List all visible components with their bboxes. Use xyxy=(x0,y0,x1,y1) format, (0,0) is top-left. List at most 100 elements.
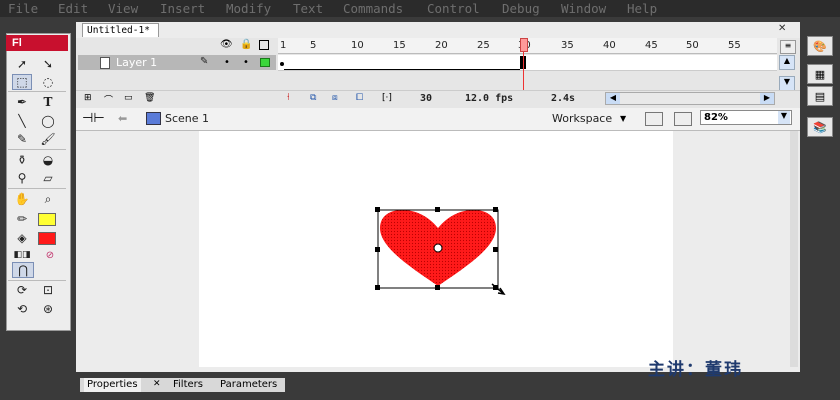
delete-layer-icon[interactable]: 🗑 xyxy=(144,93,155,103)
pencil-tool-icon[interactable]: ✎ xyxy=(12,131,32,147)
menu-help[interactable]: Help xyxy=(627,1,657,16)
workspace-menu[interactable]: Workspace xyxy=(552,112,612,125)
rotate-skew-icon[interactable]: ⟲ xyxy=(12,301,32,317)
paint-bucket-tool-icon[interactable]: ◒ xyxy=(38,152,58,168)
current-frame: 30 xyxy=(420,93,433,104)
stroke-color-icon[interactable]: ✏ xyxy=(12,211,32,227)
onion-skin-icon[interactable]: ⧉ xyxy=(310,93,316,103)
menu-edit[interactable]: Edit xyxy=(58,1,88,16)
scroll-down-icon[interactable]: ▼ xyxy=(779,76,795,91)
fill-color-icon[interactable]: ◈ xyxy=(12,230,32,246)
tab-filters[interactable]: Filters xyxy=(170,378,206,392)
hand-tool-icon[interactable]: ✋ xyxy=(12,191,32,207)
menu-view[interactable]: View xyxy=(108,1,138,16)
eyedropper-tool-icon[interactable]: ⚲ xyxy=(12,170,32,186)
frame-number: 15 xyxy=(393,40,406,51)
fill-color-swatch[interactable] xyxy=(38,232,56,245)
close-tab-icon[interactable]: ✕ xyxy=(153,379,161,389)
frame-number: 20 xyxy=(435,40,448,51)
scroll-up-icon[interactable]: ▲ xyxy=(779,55,795,70)
scroll-right-icon[interactable]: ▶ xyxy=(760,93,774,104)
frame-number: 55 xyxy=(728,40,741,51)
back-arrow-icon[interactable]: ⬅ xyxy=(118,112,127,125)
handle-bm xyxy=(435,285,440,290)
heart-shape[interactable] xyxy=(372,206,508,298)
handle-tr xyxy=(493,207,498,212)
menu-insert[interactable]: Insert xyxy=(160,1,205,16)
scene-name[interactable]: Scene 1 xyxy=(165,112,209,125)
layer-color-icon[interactable] xyxy=(260,58,270,67)
stroke-swatch-fill xyxy=(39,214,55,225)
scroll-left-icon[interactable]: ◀ xyxy=(606,93,620,104)
default-colors-icon[interactable]: ◧◨ xyxy=(12,247,32,263)
stroke-color-swatch[interactable] xyxy=(38,213,56,226)
smooth-icon[interactable]: ⊡ xyxy=(38,282,58,298)
playhead[interactable] xyxy=(520,38,528,52)
add-motion-guide-icon[interactable]: ⌒ xyxy=(104,93,113,106)
handle-bl xyxy=(375,285,380,290)
lasso-tool-icon[interactable]: ◌ xyxy=(38,74,58,90)
snap-to-objects-icon[interactable]: ⟳ xyxy=(12,282,32,298)
close-document-icon[interactable]: ✕ xyxy=(778,23,788,35)
menu-window[interactable]: Window xyxy=(561,1,606,16)
pencil-icon: ✎ xyxy=(200,56,209,67)
menu-control[interactable]: Control xyxy=(427,1,480,16)
document-tab-bar xyxy=(76,22,800,39)
timeline-menu-icon[interactable]: ≡ xyxy=(780,40,796,54)
frame-span-line xyxy=(284,69,520,70)
ink-bottle-tool-icon[interactable]: ⚱ xyxy=(12,152,32,168)
menu-text[interactable]: Text xyxy=(293,1,323,16)
keyframe-dot xyxy=(280,62,284,66)
object-drawing-icon[interactable]: ⋂ xyxy=(12,262,34,278)
layer-name[interactable]: Layer 1 xyxy=(116,56,157,69)
lock-icon[interactable]: 🔒 xyxy=(240,39,252,50)
horizontal-scrollbar[interactable] xyxy=(605,92,775,105)
menu-debug[interactable]: Debug xyxy=(502,1,540,16)
scene-icon xyxy=(146,112,161,125)
align-panel-icon[interactable]: ▤ xyxy=(807,86,833,106)
frame-number: 45 xyxy=(645,40,658,51)
menu-modify[interactable]: Modify xyxy=(226,1,271,16)
eye-icon[interactable]: 👁 xyxy=(220,39,233,50)
insert-folder-icon[interactable]: ▭ xyxy=(124,93,133,103)
frame-number: 50 xyxy=(686,40,699,51)
insert-layer-icon[interactable]: ⊞ xyxy=(84,93,92,103)
zoom-dropdown-icon[interactable]: ▼ xyxy=(778,111,790,124)
line-tool-icon[interactable]: ╲ xyxy=(12,113,32,129)
scale-icon[interactable]: ⊛ xyxy=(38,301,58,317)
center-frame-icon[interactable]: ⍿ xyxy=(287,92,290,103)
subselection-tool-icon[interactable]: ➘ xyxy=(38,56,58,72)
library-panel-icon[interactable]: 📚 xyxy=(807,117,833,137)
tab-parameters[interactable]: Parameters xyxy=(217,378,280,392)
stage-vertical-scrollbar[interactable] xyxy=(790,131,798,367)
handle-mr xyxy=(493,247,498,252)
pen-tool-icon[interactable]: ✒ xyxy=(12,94,32,110)
zoom-tool-icon[interactable]: ⌕ xyxy=(38,191,58,207)
onion-outlines-icon[interactable]: ⧈ xyxy=(332,93,338,103)
oval-tool-icon[interactable]: ◯ xyxy=(38,113,58,129)
color-panel-icon[interactable]: 🎨 xyxy=(807,36,833,56)
swatches-panel-icon[interactable]: ▦ xyxy=(807,64,833,84)
menu-file[interactable]: File xyxy=(8,1,38,16)
outline-icon[interactable] xyxy=(259,40,269,50)
modify-markers-icon[interactable]: [·] xyxy=(382,93,392,103)
document-tab[interactable]: Untitled-1* xyxy=(82,23,159,37)
handle-tl xyxy=(375,207,380,212)
free-transform-tool-icon[interactable]: ⬚ xyxy=(12,74,32,90)
eraser-tool-icon[interactable]: ▱ xyxy=(38,170,58,186)
no-color-icon[interactable]: ⊘ xyxy=(40,247,60,263)
timeline-toggle-icon[interactable]: ⊣⊢ xyxy=(82,111,105,126)
menu-commands[interactable]: Commands xyxy=(343,1,403,16)
text-tool-icon[interactable]: T xyxy=(38,94,58,110)
workspace-dropdown-icon[interactable]: ▼ xyxy=(620,114,626,123)
selection-tool-icon[interactable]: ➚ xyxy=(12,56,32,72)
app-logo: Fl xyxy=(6,35,68,51)
frame-number: 25 xyxy=(477,40,490,51)
tab-properties[interactable]: Properties xyxy=(84,378,141,392)
brush-tool-icon[interactable]: 🖌 xyxy=(38,131,58,147)
edit-multiple-frames-icon[interactable]: ⧠ xyxy=(356,93,363,103)
visibility-dot-icon[interactable]: • xyxy=(224,57,230,68)
edit-symbols-icon[interactable] xyxy=(674,112,692,126)
lock-dot-icon[interactable]: • xyxy=(243,57,249,68)
edit-scene-icon[interactable] xyxy=(645,112,663,126)
